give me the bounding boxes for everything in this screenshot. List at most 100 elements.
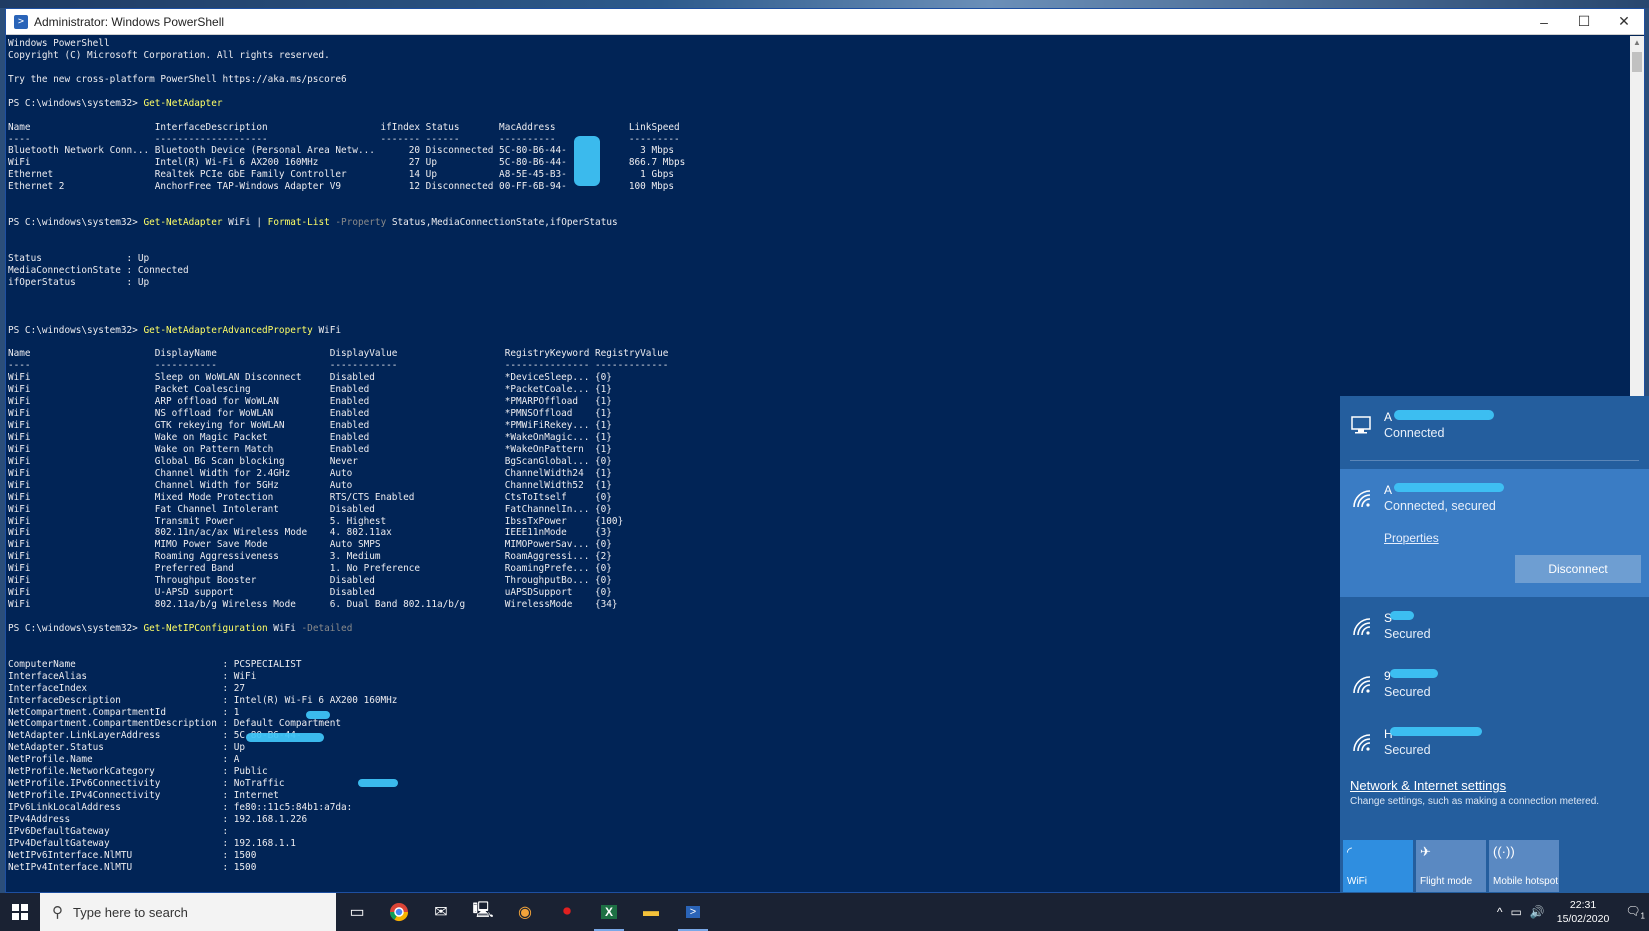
wifi-network-status: Secured: [1384, 743, 1431, 757]
chrome-icon[interactable]: [378, 893, 420, 931]
redaction-mark: [358, 779, 398, 787]
chevron-up-icon[interactable]: ^: [1497, 905, 1503, 919]
redaction-mark: [1394, 410, 1494, 420]
search-icon: ⚲: [52, 904, 63, 921]
file-explorer-icon[interactable]: ▬: [630, 893, 672, 931]
title-bar[interactable]: > Administrator: Windows PowerShell – ☐ …: [6, 9, 1644, 35]
start-button[interactable]: [0, 893, 40, 931]
volume-icon[interactable]: 🔊: [1530, 905, 1545, 919]
argument-text: WiFi: [312, 324, 342, 336]
minimize-button[interactable]: –: [1524, 9, 1564, 35]
close-button[interactable]: ✕: [1604, 9, 1644, 35]
redaction-mark: [306, 711, 330, 719]
excel-icon[interactable]: X: [588, 893, 630, 931]
wifi-icon: [1353, 490, 1371, 508]
window-title: Administrator: Windows PowerShell: [34, 14, 225, 29]
argument-text: WiFi: [267, 622, 296, 634]
ethernet-icon: [1351, 416, 1371, 434]
tile-mobile-hotspot[interactable]: ((·)) Mobile hotspot: [1489, 840, 1559, 892]
taskbar-search-box[interactable]: ⚲ Type here to search: [40, 893, 336, 931]
search-placeholder: Type here to search: [73, 904, 188, 920]
clock[interactable]: 22:31 15/02/2020: [1557, 898, 1610, 926]
output-line: Status : Up: [8, 252, 150, 264]
recording-app-icon[interactable]: ⏺: [546, 893, 588, 931]
network-icon[interactable]: ▭: [1510, 905, 1521, 919]
tile-label: Mobile hotspot: [1493, 876, 1559, 887]
divider: [1350, 460, 1639, 461]
command-text: Get-NetAdapter: [143, 217, 223, 229]
prompt-line: PS C:\windows\system32> Get-NetAdapter: [8, 98, 1628, 110]
redaction-mark: [1394, 483, 1504, 492]
available-networks-list: S Secured 9 Secured H Secured: [1340, 597, 1649, 771]
line-prompt: PS C:\windows\system32>: [8, 324, 144, 336]
line-prompt: PS C:\windows\system32>: [8, 622, 144, 634]
output-line: ---- -------------------- ------- ------…: [8, 133, 680, 145]
wifi-icon: [1350, 673, 1374, 695]
tile-flight-mode[interactable]: ✈ Flight mode: [1416, 840, 1486, 892]
tile-label: WiFi: [1347, 876, 1367, 887]
redaction-mark: [574, 136, 600, 186]
prompt-line: PS C:\windows\system32> Get-NetAdapter W…: [8, 217, 1628, 229]
line-prompt: PS C:\windows\system32>: [8, 217, 144, 229]
properties-link[interactable]: Properties: [1384, 531, 1439, 545]
prompt-line: PS C:\windows\system32> Get-NetAdapterAd…: [8, 325, 1628, 337]
active-wifi-status: Connected, secured: [1384, 499, 1496, 513]
command-text: Get-NetIPConfiguration: [143, 622, 268, 634]
maximize-button[interactable]: ☐: [1564, 9, 1604, 35]
redaction-mark: [246, 733, 324, 742]
wifi-icon: [1350, 615, 1374, 637]
network-internet-settings-link[interactable]: Network & Internet settings: [1350, 778, 1599, 793]
output-line: WiFi Intel(R) Wi-Fi 6 AX200 160MHz 27 Up…: [8, 157, 686, 169]
wired-network-status: Connected: [1384, 426, 1445, 440]
desktop: > Administrator: Windows PowerShell – ☐ …: [0, 0, 1649, 931]
wifi-network-status: Secured: [1384, 627, 1431, 641]
taskbar: ⚲ Type here to search ▭ ✉ 🖳 ◉ ⏺ X ▬ > ^ …: [0, 893, 1649, 931]
mail-icon[interactable]: ✉: [420, 893, 462, 931]
scroll-up-icon[interactable]: ▲: [1630, 36, 1644, 50]
wifi-icon: [1350, 731, 1374, 753]
command-text: Format-List: [267, 217, 330, 229]
wifi-network-item[interactable]: 9 Secured: [1340, 655, 1649, 713]
powershell-icon: >: [14, 14, 28, 29]
tile-wifi[interactable]: ◜ WiFi: [1343, 840, 1413, 892]
output-line: WiFi Packet Coalescing Enabled *PacketCo…: [8, 384, 612, 396]
argument-text: WiFi: [222, 217, 257, 229]
quick-action-tiles: ◜ WiFi ✈ Flight mode ((·)) Mobile hotspot: [1343, 840, 1559, 892]
output-line: ---- ----------- ------------ ----------…: [8, 360, 669, 372]
tile-label: Flight mode: [1420, 876, 1473, 887]
clock-time: 22:31: [1569, 899, 1597, 911]
disconnect-button[interactable]: Disconnect: [1515, 555, 1641, 583]
output-line: Windows PowerShell: [8, 38, 110, 49]
wifi-network-item[interactable]: S Secured: [1340, 597, 1649, 655]
output-line: Ethernet Realtek PCIe GbE Family Control…: [8, 169, 675, 181]
output-line: Try the new cross-platform PowerShell ht…: [8, 73, 347, 85]
windows-logo-icon: [12, 904, 28, 920]
desktop-background-strip: [0, 0, 1649, 8]
scroll-thumb[interactable]: [1632, 52, 1642, 72]
wifi-network-item[interactable]: H Secured: [1340, 713, 1649, 771]
notification-icon[interactable]: 🗨1: [1625, 904, 1645, 920]
active-wifi-item[interactable]: A Connected, secured Properties Disconne…: [1340, 469, 1649, 597]
system-tray: ^ ▭ 🔊 22:31 15/02/2020 🗨1: [1493, 893, 1649, 931]
wired-network-item[interactable]: A Connected: [1340, 396, 1649, 454]
network-settings-description: Change settings, such as making a connec…: [1350, 796, 1600, 807]
output-line: WiFi Sleep on WoWLAN Disconnect Disabled…: [8, 372, 612, 384]
task-view-icon[interactable]: ▭: [336, 893, 378, 931]
outlook-icon[interactable]: ◉: [504, 893, 546, 931]
computer-icon[interactable]: 🖳: [462, 893, 504, 931]
network-flyout: A Connected A Connected, secured Propert…: [1340, 396, 1649, 896]
output-line: ifOperStatus : Up: [8, 276, 150, 288]
redaction-mark: [1390, 727, 1482, 736]
output-line: Ethernet 2 AnchorFree TAP-Windows Adapte…: [8, 181, 675, 193]
redaction-mark: [1390, 669, 1438, 678]
output-line: Copyright (C) Microsoft Corporation. All…: [8, 49, 330, 61]
powershell-taskbar-icon[interactable]: >: [672, 893, 714, 931]
